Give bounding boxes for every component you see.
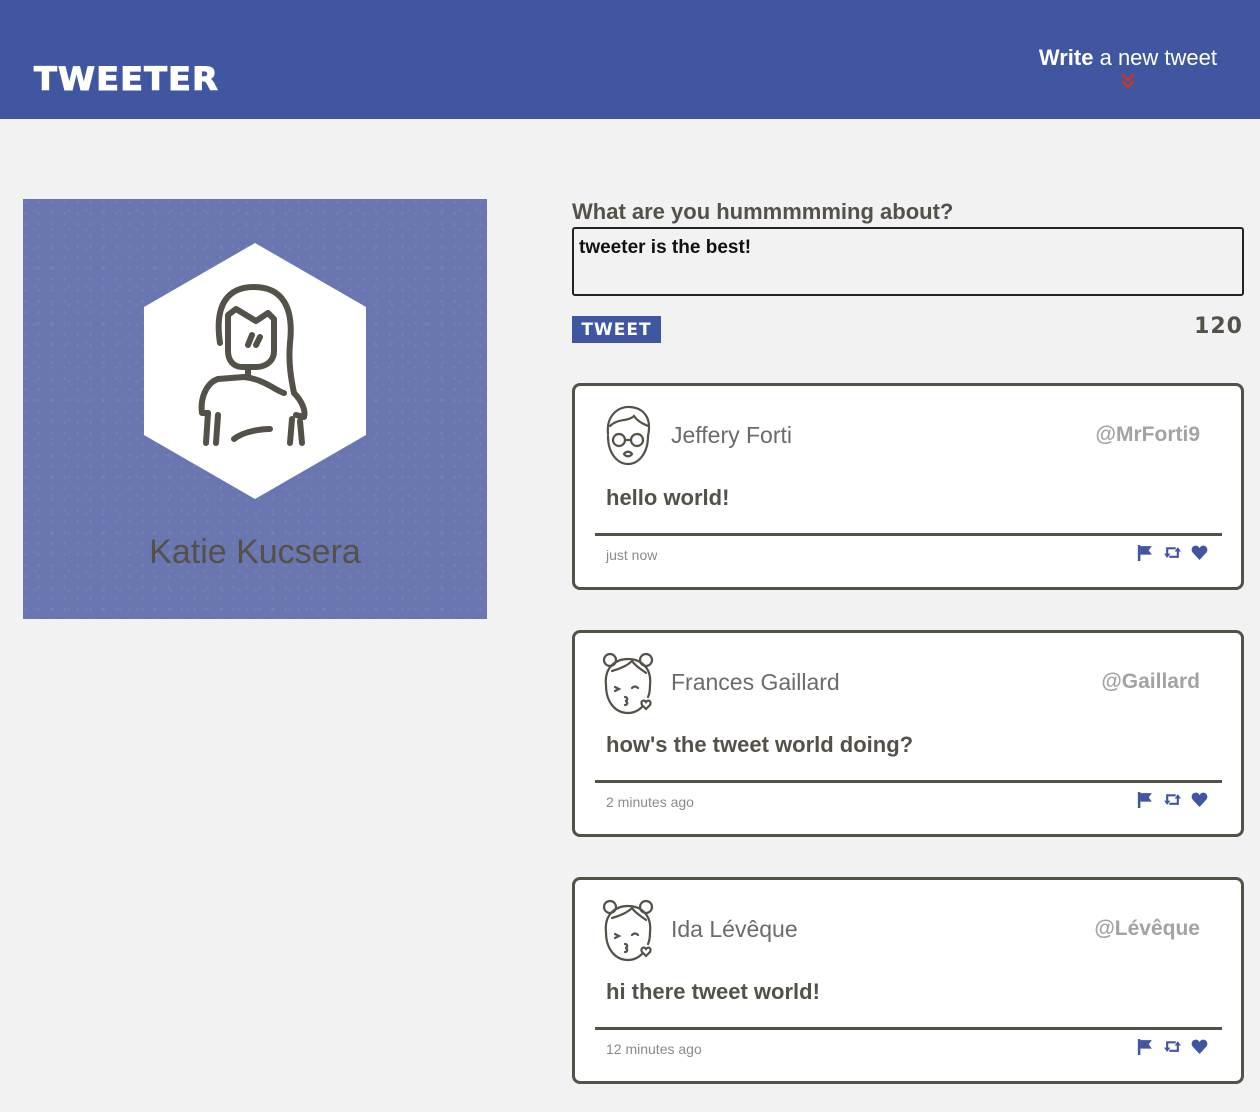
tweet-card: Ida Lévêque @Lévêque hi there tweet worl… (572, 877, 1244, 1084)
tweet-card: Jeffery Forti @MrForti9 hello world! jus… (572, 383, 1244, 590)
flag-icon[interactable] (1137, 1038, 1154, 1055)
tweet-divider (595, 780, 1222, 783)
compose-toggle-rest: a new tweet (1093, 45, 1217, 70)
double-chevron-down-icon[interactable] (1118, 71, 1138, 91)
flag-icon[interactable] (1137, 544, 1154, 561)
heart-icon[interactable] (1191, 791, 1208, 808)
top-nav: TWEETER Write a new tweet (0, 0, 1260, 119)
tweet-author-handle: @Gaillard (1101, 670, 1200, 693)
heart-icon[interactable] (1191, 1038, 1208, 1055)
girl-kiss-avatar-icon (602, 899, 654, 962)
compose-toggle-bold: Write (1038, 45, 1094, 70)
tweet-actions (1137, 544, 1208, 561)
tweet-timestamp: just now (606, 547, 658, 563)
char-counter: 120 (1194, 314, 1243, 339)
tweet-text: how's the tweet world doing? (606, 732, 914, 757)
write-new-tweet-toggle[interactable]: Write a new tweet (1039, 45, 1217, 91)
tweet-divider (595, 533, 1222, 536)
tweet-author-handle: @MrForti9 (1095, 423, 1200, 446)
retweet-icon[interactable] (1164, 1038, 1181, 1055)
compose-label: What are you hummmmming about? (572, 199, 954, 224)
tweet-button[interactable]: TWEET (572, 316, 661, 343)
tweet-divider (595, 1027, 1222, 1030)
tweet-actions (1137, 791, 1208, 808)
tweet-author-name: Frances Gaillard (671, 669, 840, 695)
man-glasses-avatar-icon (606, 405, 651, 466)
tweet-textarea[interactable]: tweeter is the best! (572, 227, 1244, 296)
profile-card: Katie Kucsera (23, 199, 487, 619)
tweet-card: Frances Gaillard @Gaillard how's the twe… (572, 630, 1244, 837)
tweet-author-handle: @Lévêque (1094, 917, 1200, 940)
tweet-author-name: Jeffery Forti (671, 422, 792, 448)
flag-icon[interactable] (1137, 791, 1154, 808)
heart-icon[interactable] (1191, 544, 1208, 561)
tweet-timestamp: 12 minutes ago (606, 1041, 702, 1057)
retweet-icon[interactable] (1164, 791, 1181, 808)
tweet-actions (1137, 1038, 1208, 1055)
brand-logo[interactable]: TWEETER (33, 60, 219, 99)
tweet-author-name: Ida Lévêque (671, 916, 798, 942)
tweet-text: hello world! (606, 485, 730, 510)
woman-avatar-icon (144, 243, 366, 499)
tweet-text: hi there tweet world! (606, 979, 820, 1004)
profile-name: Katie Kucsera (149, 533, 361, 571)
retweet-icon[interactable] (1164, 544, 1181, 561)
tweet-timestamp: 2 minutes ago (606, 794, 694, 810)
girl-kiss-avatar-icon (602, 652, 654, 715)
